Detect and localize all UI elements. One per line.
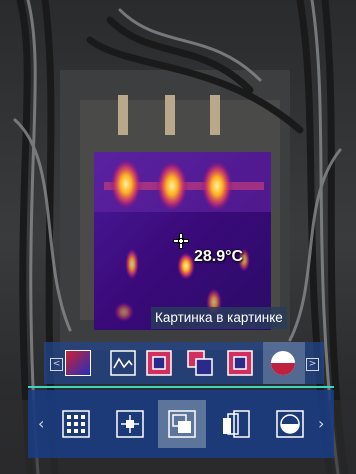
palette-half-circle-icon[interactable]	[270, 350, 296, 376]
half-circle-mode-icon[interactable]	[266, 400, 314, 448]
accent-separator	[28, 386, 334, 388]
palette-square-selected-icon[interactable]	[227, 350, 253, 376]
mode-tooltip: Картинка в картинке	[151, 307, 287, 329]
palette-gradient-icon[interactable]	[65, 350, 91, 376]
temperature-readout: 28.9°C	[194, 248, 244, 265]
blend-mode-icon[interactable]	[212, 400, 260, 448]
pip-mode-icon[interactable]	[158, 400, 206, 448]
crosshair-icon[interactable]	[173, 233, 189, 249]
mode-bar: ‹ ›	[28, 390, 334, 458]
palette-bar: < >	[44, 342, 324, 384]
palette-square-icon[interactable]	[146, 350, 172, 376]
center-point-mode-icon[interactable]	[106, 400, 154, 448]
mode-next-arrow-icon[interactable]: ›	[318, 414, 324, 433]
palette-double-square-icon[interactable]	[187, 350, 213, 376]
grid-mode-icon[interactable]	[52, 400, 100, 448]
mode-prev-arrow-icon[interactable]: ‹	[38, 414, 44, 433]
palette-line-icon[interactable]	[110, 350, 136, 376]
palette-next-arrow-icon[interactable]: >	[306, 358, 319, 371]
palette-prev-arrow-icon[interactable]: <	[50, 358, 63, 371]
